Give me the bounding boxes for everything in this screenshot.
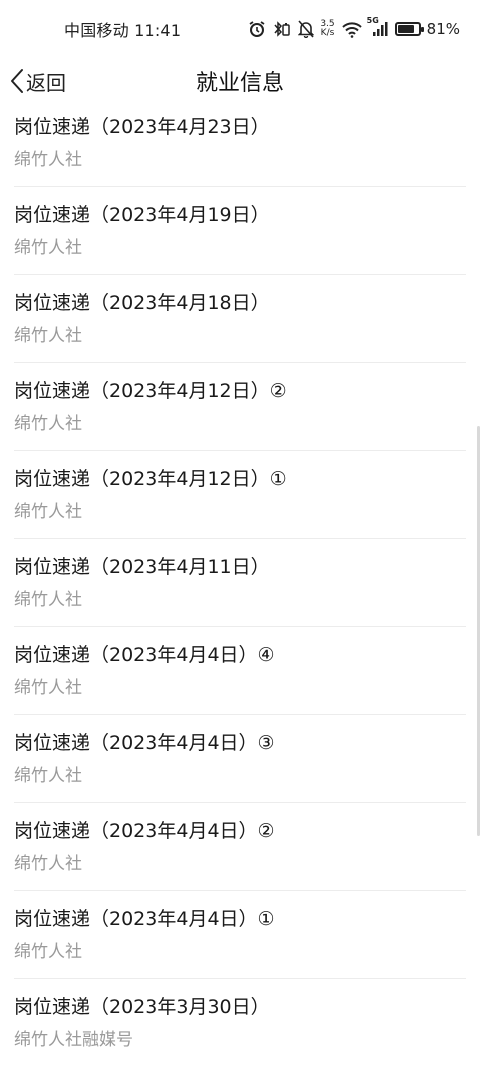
status-icons: 3.5 K/s 5G 81% — [248, 16, 460, 38]
item-source: 绵竹人社 — [14, 854, 82, 874]
item-title: 岗位速递（2023年4月4日）④ — [14, 644, 275, 666]
battery-percent: 81% — [426, 20, 460, 38]
status-bar: 中国移动 11:41 3.5 K/s 5G 81% — [0, 0, 480, 58]
signal-label: 5G — [366, 16, 379, 25]
item-title: 岗位速递（2023年4月4日）② — [14, 820, 275, 842]
list-item[interactable]: 岗位速递（2023年4月12日）② 绵竹人社 — [14, 363, 466, 451]
item-source: 绵竹人社融媒号 — [14, 1030, 133, 1050]
item-title: 岗位速递（2023年4月11日） — [14, 556, 270, 578]
carrier-time: 中国移动 11:41 — [64, 21, 182, 40]
page-title: 就业信息 — [195, 71, 284, 96]
list-item[interactable]: 岗位速递（2023年4月4日）② 绵竹人社 — [14, 803, 466, 891]
list-item[interactable]: 岗位速递（2023年4月23日） 绵竹人社 — [14, 104, 466, 187]
nav-bar: 返回 就业信息 — [0, 58, 480, 104]
news-list[interactable]: 岗位速递（2023年4月23日） 绵竹人社 岗位速递（2023年4月19日） 绵竹人社… — [0, 104, 480, 1066]
item-title: 岗位速递（2023年4月4日）① — [14, 908, 275, 930]
item-source: 绵竹人社 — [14, 678, 82, 698]
list-item[interactable]: 岗位速递（2023年4月4日）③ 绵竹人社 — [14, 715, 466, 803]
net-speed-unit: K/s — [320, 28, 335, 38]
item-title: 岗位速递（2023年4月12日）② — [14, 380, 287, 402]
chevron-left-icon — [10, 68, 24, 94]
bluetooth-battery-icon — [272, 20, 292, 38]
item-source: 绵竹人社 — [14, 150, 82, 170]
item-source: 绵竹人社 — [14, 326, 82, 346]
list-item[interactable]: 岗位速递（2023年4月4日）① 绵竹人社 — [14, 891, 466, 979]
list-item[interactable]: 岗位速递（2023年4月11日） 绵竹人社 — [14, 539, 466, 627]
battery-icon — [394, 22, 424, 36]
item-title: 岗位速递（2023年4月23日） — [14, 116, 270, 138]
item-title: 岗位速递（2023年4月12日）① — [14, 468, 287, 490]
alarm-icon — [248, 20, 266, 38]
item-source: 绵竹人社 — [14, 942, 82, 962]
list-item[interactable]: 岗位速递（2023年4月18日） 绵竹人社 — [14, 275, 466, 363]
item-source: 绵竹人社 — [14, 414, 82, 434]
item-title: 岗位速递（2023年4月4日）③ — [14, 732, 275, 754]
cellular-signal-icon: 5G — [367, 16, 389, 38]
back-button[interactable]: 返回 — [10, 64, 66, 98]
item-title: 岗位速递（2023年3月30日） — [14, 996, 270, 1018]
item-source: 绵竹人社 — [14, 766, 82, 786]
wifi-icon — [341, 20, 363, 38]
net-speed: 3.5 K/s — [320, 20, 334, 38]
item-title: 岗位速递（2023年4月19日） — [14, 204, 270, 226]
mute-bell-icon — [298, 20, 315, 38]
item-source: 绵竹人社 — [14, 238, 82, 258]
back-label: 返回 — [26, 70, 66, 95]
item-title: 岗位速递（2023年4月18日） — [14, 292, 270, 314]
list-item[interactable]: 岗位速递（2023年4月19日） 绵竹人社 — [14, 187, 466, 275]
list-item[interactable]: 岗位速递（2023年4月12日）① 绵竹人社 — [14, 451, 466, 539]
battery-fill — [397, 25, 414, 33]
list-item[interactable]: 岗位速递（2023年4月4日）④ 绵竹人社 — [14, 627, 466, 715]
item-source: 绵竹人社 — [14, 502, 82, 522]
list-item[interactable]: 岗位速递（2023年3月30日） 绵竹人社融媒号 — [14, 979, 466, 1066]
item-source: 绵竹人社 — [14, 590, 82, 610]
screen: 中国移动 11:41 3.5 K/s 5G 81% 返回 就业信息 岗位速递（2… — [0, 0, 480, 1066]
